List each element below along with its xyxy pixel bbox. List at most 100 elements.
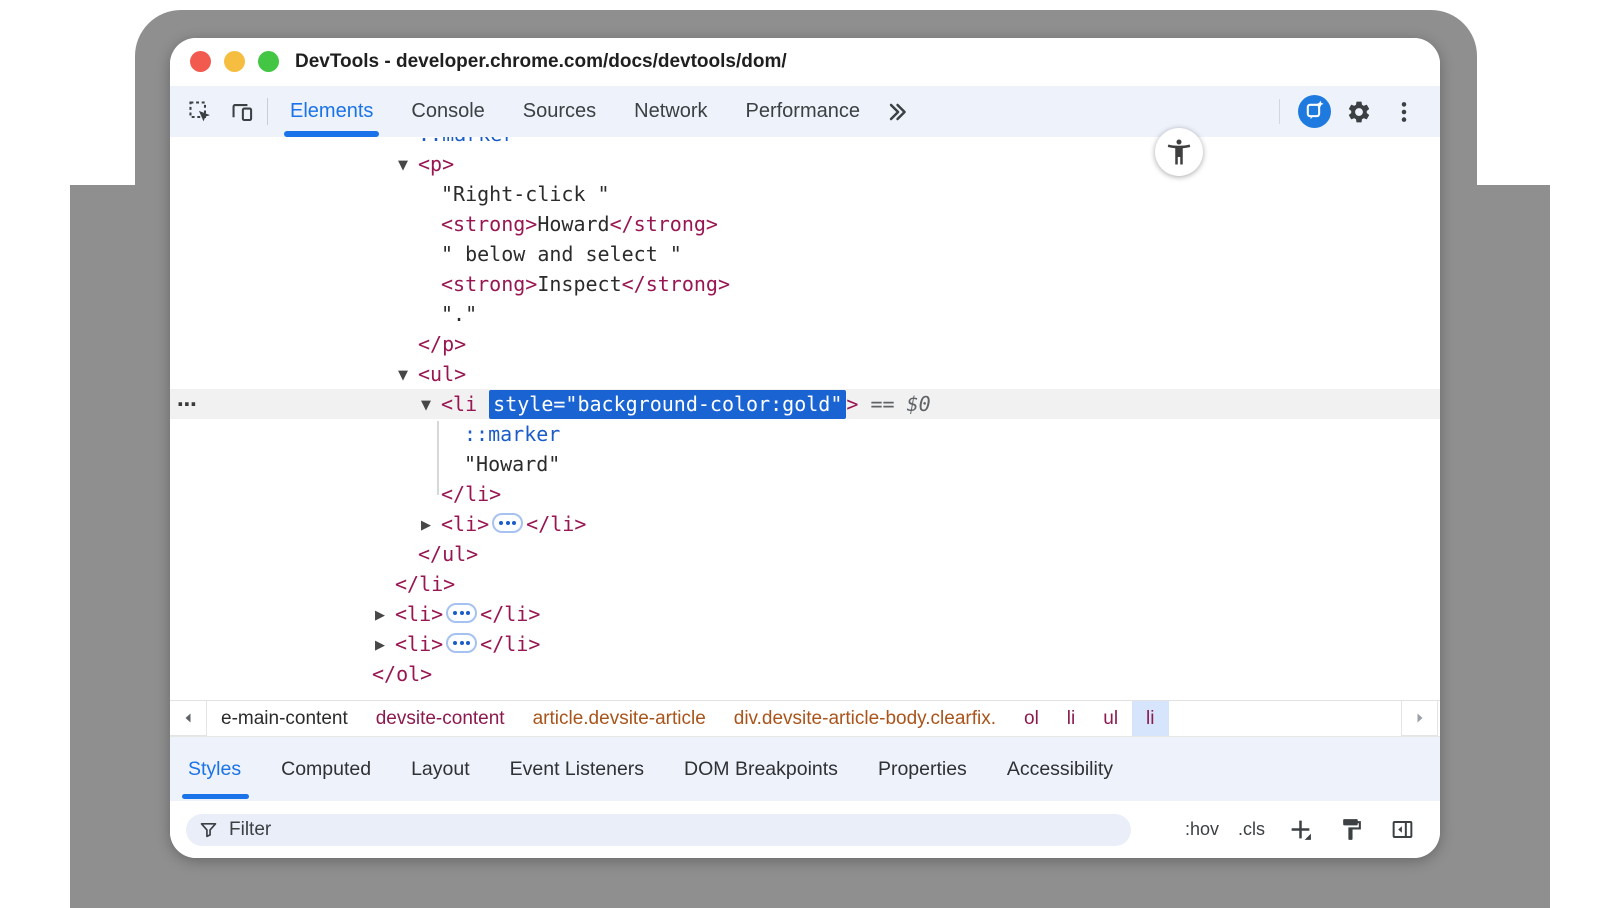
sidebar-tab-properties[interactable]: Properties [858,737,987,801]
tab-console[interactable]: Console [392,86,503,137]
tree-row[interactable]: <strong>Inspect</strong> [170,269,1440,299]
chevron-double-right-icon [884,99,910,125]
new-style-rule-plus-icon-button[interactable] [1284,814,1316,846]
devtools-window: DevTools - developer.chrome.com/docs/dev… [170,38,1440,858]
window-title: DevTools - developer.chrome.com/docs/dev… [295,38,787,86]
tag-token: </ol> [372,662,432,686]
tag-token: <strong> [441,212,537,236]
tree-row[interactable]: ▶<li></li> [170,599,1440,629]
tree-row[interactable]: "." [170,299,1440,329]
settings-gear-icon-button[interactable] [1343,96,1375,128]
filter-bar-actions: :hov .cls [1185,814,1440,846]
tree-row[interactable]: </ol> [170,659,1440,689]
toggle-hov[interactable]: :hov [1185,819,1219,840]
tree-row[interactable]: ▼<p> [170,149,1440,179]
expand-arrow-icon[interactable]: ▶ [421,511,441,541]
tag-token: </strong> [622,272,730,296]
rendering-paint-icon [1339,817,1364,842]
sidebar-tab-computed[interactable]: Computed [261,737,391,801]
minimize-button[interactable] [224,51,245,72]
chevron-right-icon [1414,712,1426,724]
more-options-kebab-icon-button[interactable] [1388,96,1420,128]
tree-row[interactable]: </li> [170,569,1440,599]
funnel-filter-icon [198,819,219,840]
text-node: Inspect [537,272,621,296]
title-bar: DevTools - developer.chrome.com/docs/dev… [170,38,1440,87]
toggle-sidebar-icon-button[interactable] [1386,814,1418,846]
sidebar-tab-accessibility[interactable]: Accessibility [987,737,1133,801]
collapsed-content-ellipsis-icon[interactable] [446,633,477,653]
zoom-button[interactable] [258,51,279,72]
traffic-lights [190,51,279,72]
chevron-left-icon [182,712,194,724]
sidebar-tab-event-listeners[interactable]: Event Listeners [490,737,664,801]
styles-panel-tabs: StylesComputedLayoutEvent ListenersDOM B… [170,736,1440,801]
breadcrumb-bar: e-main-contentdevsite-contentarticle.dev… [170,700,1440,737]
breadcrumb-item[interactable]: ol [1010,701,1053,737]
toolbar-right-actions [1279,96,1440,128]
sidebar-tab-styles[interactable]: Styles [170,737,261,801]
expand-arrow-icon[interactable]: ▼ [398,151,418,181]
device-toolbar-icon-button[interactable] [226,96,258,128]
tree-row[interactable]: </ul> [170,539,1440,569]
tag-token: <li> [395,602,443,626]
tree-row[interactable]: ▶<li></li> [170,509,1440,539]
tag-token: <p> [418,152,454,176]
tree-row[interactable]: ▶<li></li> [170,629,1440,659]
tab-sources[interactable]: Sources [504,86,615,137]
close-button[interactable] [190,51,211,72]
breadcrumb-item[interactable]: e-main-content [207,701,362,737]
collapsed-content-ellipsis-icon[interactable] [492,513,523,533]
new-style-rule-plus-icon [1288,817,1313,842]
row-overflow-dots[interactable]: ⋯ [177,389,197,419]
tree-row[interactable]: <strong>Howard</strong> [170,209,1440,239]
toggle-cls[interactable]: .cls [1238,819,1265,840]
rendering-paint-icon-button[interactable] [1335,814,1367,846]
equals-hint: == [858,392,906,416]
collapsed-content-ellipsis-icon[interactable] [446,603,477,623]
more-options-kebab-icon [1391,99,1417,125]
tree-row[interactable]: "Right-click " [170,179,1440,209]
expand-arrow-icon[interactable]: ▶ [375,601,395,631]
tree-row[interactable]: "Howard" [170,449,1440,479]
accessibility-floating-button[interactable] [1155,128,1203,176]
tag-token: </strong> [610,212,718,236]
ai-assistance-icon-button[interactable] [1298,96,1330,128]
text-node: " below and select " [441,242,682,266]
selected-attribute[interactable]: style="background-color:gold" [489,390,846,419]
tab-elements[interactable]: Elements [271,86,392,137]
expand-arrow-icon[interactable]: ▼ [421,391,441,421]
ai-assistance-icon [1298,95,1331,128]
text-node: Howard [537,212,609,236]
filter-input[interactable]: Filter [186,814,1131,846]
dollar-zero-hint: $0 [907,392,931,416]
tab-network[interactable]: Network [615,86,726,137]
expand-arrow-icon[interactable]: ▼ [398,361,418,391]
more-tabs-button[interactable] [881,96,913,128]
tree-row[interactable]: ::marker [170,419,1440,449]
sidebar-tab-layout[interactable]: Layout [391,737,490,801]
tree-row[interactable]: ::marker [170,137,1440,149]
breadcrumb-scroll-left-button[interactable] [170,701,207,736]
tag-token: </li> [395,572,455,596]
breadcrumb-item[interactable]: ul [1089,701,1132,737]
breadcrumb-item[interactable]: devsite-content [362,701,519,737]
tab-performance[interactable]: Performance [727,86,880,137]
tree-row[interactable]: ▼<ul> [170,359,1440,389]
breadcrumb-item[interactable]: li [1053,701,1089,737]
breadcrumb-scroll-right-button[interactable] [1401,701,1438,736]
sidebar-tab-dom-breakpoints[interactable]: DOM Breakpoints [664,737,858,801]
tag-token: </li> [526,512,586,536]
tree-row[interactable]: ⋯▼<li style="background-color:gold"> == … [170,389,1440,419]
tree-row[interactable]: </p> [170,329,1440,359]
tree-row[interactable]: </li> [170,479,1440,509]
breadcrumb-item[interactable]: article.devsite-article [519,701,720,737]
expand-arrow-icon[interactable]: ▶ [375,631,395,661]
breadcrumb-item[interactable]: li [1132,701,1168,737]
dom-tree-panel: ::marker▼<p>"Right-click "<strong>Howard… [170,137,1440,700]
device-toolbar-icon [229,99,255,125]
text-node: "." [441,302,477,326]
tree-row[interactable]: " below and select " [170,239,1440,269]
inspect-icon-button[interactable] [184,96,216,128]
breadcrumb-item[interactable]: div.devsite-article-body.clearfix. [720,701,1010,737]
